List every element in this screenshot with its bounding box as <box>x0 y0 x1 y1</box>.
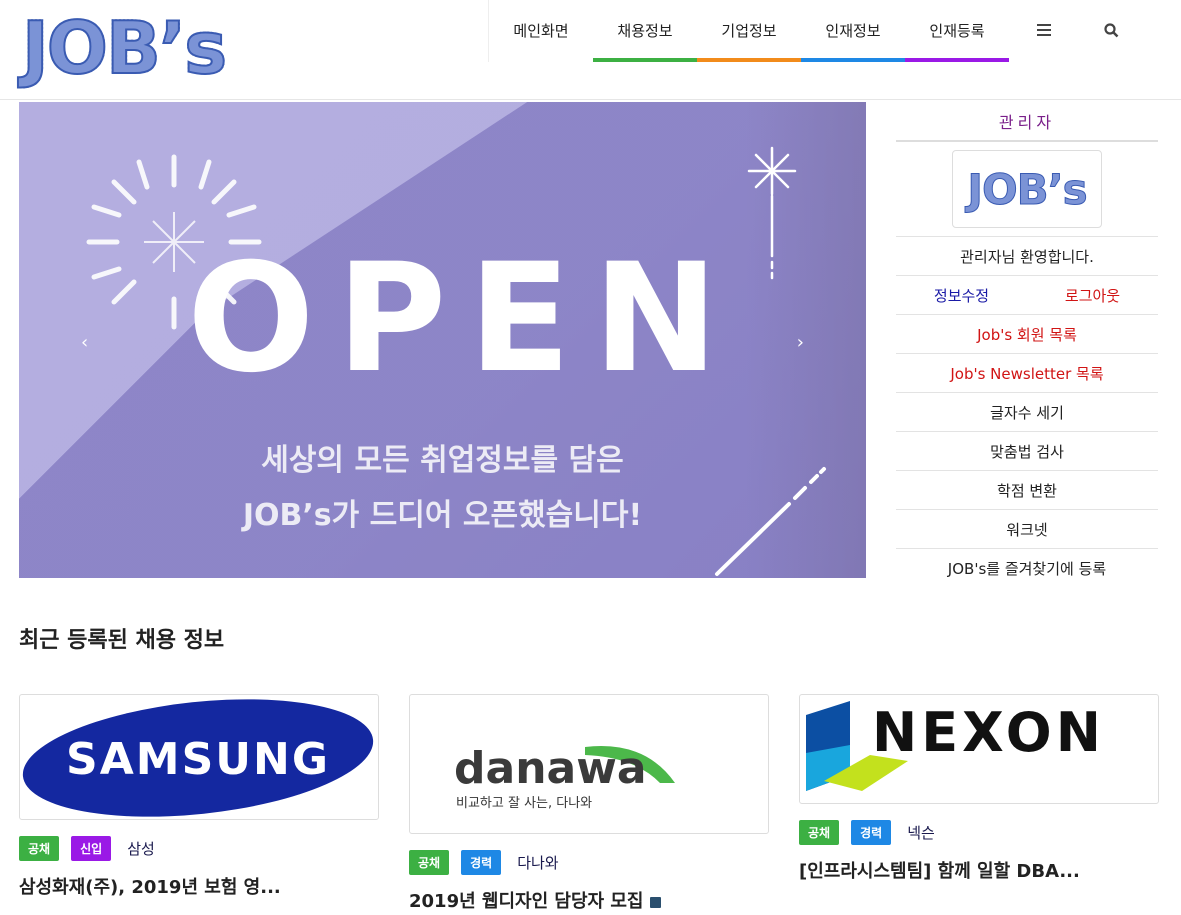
sidebar-link-char-count[interactable]: 글자수 세기 <box>896 393 1158 432</box>
tag-public: 공채 <box>19 836 60 861</box>
slide-caption-line2: JOB’s가 드디어 오픈했습니다! <box>242 498 643 533</box>
job-card-nexon[interactable]: NEXON 공채 경력 넥슨 [인프라시스템팀] 함께 일할 DBA... <box>799 694 1159 883</box>
job-tags: 공채 경력 다나와 <box>409 850 769 875</box>
job-title-text: 2019년 웹디자인 담당자 모집 <box>409 891 644 912</box>
sidebar-link-grade-convert[interactable]: 학점 변환 <box>896 471 1158 510</box>
nexon-logo: NEXON <box>806 701 1105 791</box>
job-card-logo[interactable]: danawa 비교하고 잘 사는, 다나와 <box>409 694 769 834</box>
welcome-text: 관리자님 환영합니다. <box>896 237 1158 276</box>
sidebar-logo-row: JOB’s <box>896 142 1158 237</box>
edit-info-link[interactable]: 정보수정 <box>934 285 989 306</box>
job-card-logo[interactable]: SAMSUNG <box>19 694 379 820</box>
nav-item-talent-register[interactable]: 인재등록 <box>905 0 1009 62</box>
svg-text:NEXON: NEXON <box>872 701 1105 764</box>
nav-item-jobs[interactable]: 채용정보 <box>593 0 697 62</box>
recent-jobs-title: 최근 등록된 채용 정보 <box>19 628 225 653</box>
sidebar-logo: JOB’s <box>952 150 1102 228</box>
account-actions: 정보수정 로그아웃 <box>896 276 1158 315</box>
save-icon <box>649 897 661 908</box>
job-card-samsung[interactable]: SAMSUNG 공채 신입 삼성 삼성화재(주), 2019년 보험 영... <box>19 694 379 899</box>
job-card-logo[interactable]: NEXON <box>799 694 1159 804</box>
nav-item-talent[interactable]: 인재정보 <box>801 0 905 62</box>
slider-prev-button[interactable]: ‹ <box>81 332 88 353</box>
nav-item-companies[interactable]: 기업정보 <box>697 0 801 62</box>
newsletter-list-link[interactable]: Job's Newsletter 목록 <box>896 354 1158 393</box>
admin-sidebar: 관리자 JOB’s 관리자님 환영합니다. 정보수정 로그아웃 Job's 회원… <box>896 102 1158 588</box>
sidebar-link-spellcheck[interactable]: 맞춤법 검사 <box>896 432 1158 471</box>
sidebar-link-worknet[interactable]: 워크넷 <box>896 510 1158 549</box>
main-nav: 메인화면 채용정보 기업정보 인재정보 인재등록 <box>488 0 1143 62</box>
tag-experienced: 경력 <box>851 820 892 845</box>
tag-experienced: 경력 <box>461 850 502 875</box>
member-list-link[interactable]: Job's 회원 목록 <box>896 315 1158 354</box>
company-name: 삼성 <box>127 840 155 858</box>
job-title[interactable]: 삼성화재(주), 2019년 보험 영... <box>19 873 379 899</box>
sidebar-logo-text: JOB’s <box>967 164 1088 214</box>
svg-text:비교하고 잘 사는, 다나와: 비교하고 잘 사는, 다나와 <box>456 796 592 811</box>
magnifier-icon <box>1103 22 1118 37</box>
svg-text:danawa: danawa <box>454 743 647 794</box>
sidebar-title: 관리자 <box>896 102 1158 142</box>
logo-text: JOB’s <box>21 6 228 90</box>
job-tags: 공채 신입 삼성 <box>19 836 379 861</box>
job-tags: 공채 경력 넥슨 <box>799 820 1159 845</box>
danawa-logo: danawa 비교하고 잘 사는, 다나와 <box>454 743 675 811</box>
site-logo[interactable]: JOB’s <box>21 6 242 90</box>
tag-public: 공채 <box>409 850 450 875</box>
slider-next-button[interactable]: › <box>797 332 804 353</box>
sparkle-icon <box>747 146 797 280</box>
hero-slider: OPEN 세상의 모든 취업정보를 담은 JOB’s가 드디어 오픈했습니다! … <box>19 102 866 578</box>
samsung-logo: SAMSUNG <box>22 699 374 817</box>
slide-caption-line1: 세상의 모든 취업정보를 담은 <box>261 443 624 478</box>
job-title[interactable]: [인프라시스템팀] 함께 일할 DBA... <box>799 857 1159 883</box>
site-header: JOB’s 메인화면 채용정보 기업정보 인재정보 인재등록 <box>0 0 1181 100</box>
slide-headline: OPEN <box>187 232 741 406</box>
svg-text:SAMSUNG: SAMSUNG <box>66 734 330 785</box>
search-icon[interactable] <box>1079 0 1143 62</box>
sidebar-link-bookmark[interactable]: JOB's를 즐겨찾기에 등록 <box>896 549 1158 588</box>
job-card-danawa[interactable]: danawa 비교하고 잘 사는, 다나와 공채 경력 다나와 2019년 웹디… <box>409 694 769 913</box>
job-title[interactable]: 2019년 웹디자인 담당자 모집 <box>409 887 769 913</box>
tag-new: 신입 <box>71 836 112 861</box>
logout-link[interactable]: 로그아웃 <box>1065 285 1120 306</box>
hamburger-icon <box>1037 24 1051 36</box>
menu-icon[interactable] <box>1009 0 1079 62</box>
tag-public: 공채 <box>799 820 840 845</box>
company-name: 넥슨 <box>907 824 935 842</box>
company-name: 다나와 <box>517 854 559 872</box>
nav-item-home[interactable]: 메인화면 <box>489 0 593 62</box>
